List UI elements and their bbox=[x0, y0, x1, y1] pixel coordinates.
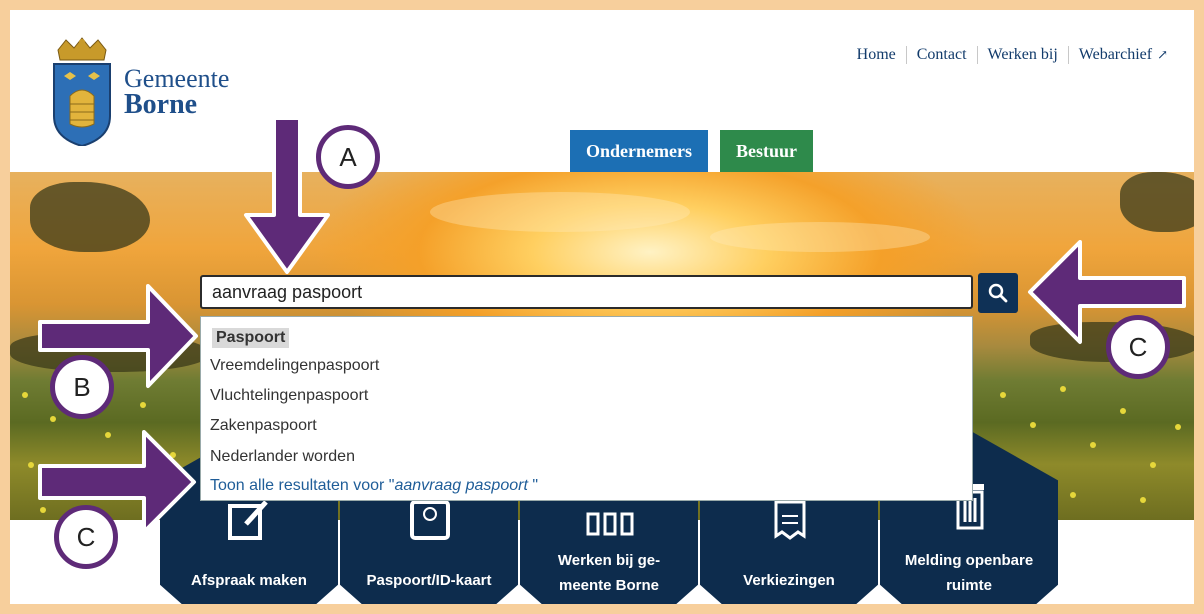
tile-label-line-2: meente Borne bbox=[558, 577, 660, 594]
tile-label: Verkiezingen bbox=[743, 572, 835, 589]
suggestion-item[interactable]: Paspoort bbox=[212, 328, 290, 348]
hero-treeline bbox=[10, 332, 210, 372]
show-all-suffix: " bbox=[527, 477, 539, 494]
suggestion-item[interactable]: Zakenpaspoort bbox=[210, 417, 317, 435]
tab-bestuur[interactable]: Bestuur bbox=[719, 130, 813, 172]
search-input[interactable]: aanvraag paspoort bbox=[200, 275, 973, 309]
search-icon bbox=[988, 283, 1008, 303]
top-navigation: Home Contact Werken bij Webarchief ↗ bbox=[857, 46, 1168, 64]
brand-line-2: Borne bbox=[124, 89, 198, 120]
nav-divider bbox=[905, 46, 907, 64]
nav-divider bbox=[1067, 46, 1069, 64]
borne-coat-of-arms-logo[interactable] bbox=[50, 36, 114, 146]
tab-ondernemers[interactable]: Ondernemers bbox=[570, 130, 708, 172]
show-all-query: aanvraag paspoort bbox=[394, 477, 528, 494]
suggestion-item[interactable]: Nederlander worden bbox=[210, 448, 355, 466]
suggestion-item[interactable]: Vreemdelingenpaspoort bbox=[210, 357, 379, 375]
brand-name[interactable]: Gemeente Borne bbox=[124, 66, 229, 120]
hero-cloud bbox=[710, 222, 930, 252]
suggestion-item[interactable]: Vluchtelingenpaspoort bbox=[210, 387, 368, 405]
audience-tabs: Ondernemers Bestuur bbox=[570, 130, 813, 172]
hero-branch bbox=[1120, 172, 1194, 232]
site-header: Gemeente Borne Home Contact Werken bij W… bbox=[10, 10, 1194, 172]
annotation-label-c-left: C bbox=[54, 505, 118, 569]
passport-icon bbox=[410, 500, 450, 540]
annotation-label-c-right: C bbox=[1106, 315, 1170, 379]
tile-label-line-1: Werken bij ge- bbox=[557, 552, 661, 569]
hero-branch bbox=[30, 182, 150, 252]
external-link-icon: ↗ bbox=[1157, 47, 1168, 62]
show-all-results-link[interactable]: Toon alle resultaten voor "aanvraag pasp… bbox=[210, 477, 538, 495]
search-button[interactable] bbox=[978, 273, 1018, 313]
search-suggestions-dropdown: Paspoort Vreemdelingenpaspoort Vluchteli… bbox=[200, 316, 973, 501]
nav-home-link[interactable]: Home bbox=[857, 46, 896, 64]
nav-contact-link[interactable]: Contact bbox=[917, 46, 967, 64]
edit-icon bbox=[228, 500, 268, 540]
tile-label: Paspoort/ID-kaart bbox=[366, 572, 492, 589]
show-all-prefix: Toon alle resultaten voor " bbox=[210, 477, 395, 494]
annotation-label-b: B bbox=[50, 355, 114, 419]
hero-cloud bbox=[430, 192, 690, 232]
nav-divider bbox=[976, 46, 978, 64]
tile-label-line-1: Melding openbare bbox=[904, 552, 1034, 569]
nav-webarchief-link[interactable]: Webarchief bbox=[1079, 46, 1152, 64]
tile-label-line-2: ruimte bbox=[946, 577, 992, 594]
nav-werken-bij-link[interactable]: Werken bij bbox=[988, 46, 1058, 64]
ballot-icon bbox=[774, 500, 806, 540]
tile-label: Afspraak maken bbox=[191, 572, 307, 589]
page-frame: Gemeente Borne Home Contact Werken bij W… bbox=[10, 10, 1194, 604]
people-icon bbox=[586, 512, 634, 536]
annotation-label-a: A bbox=[316, 125, 380, 189]
